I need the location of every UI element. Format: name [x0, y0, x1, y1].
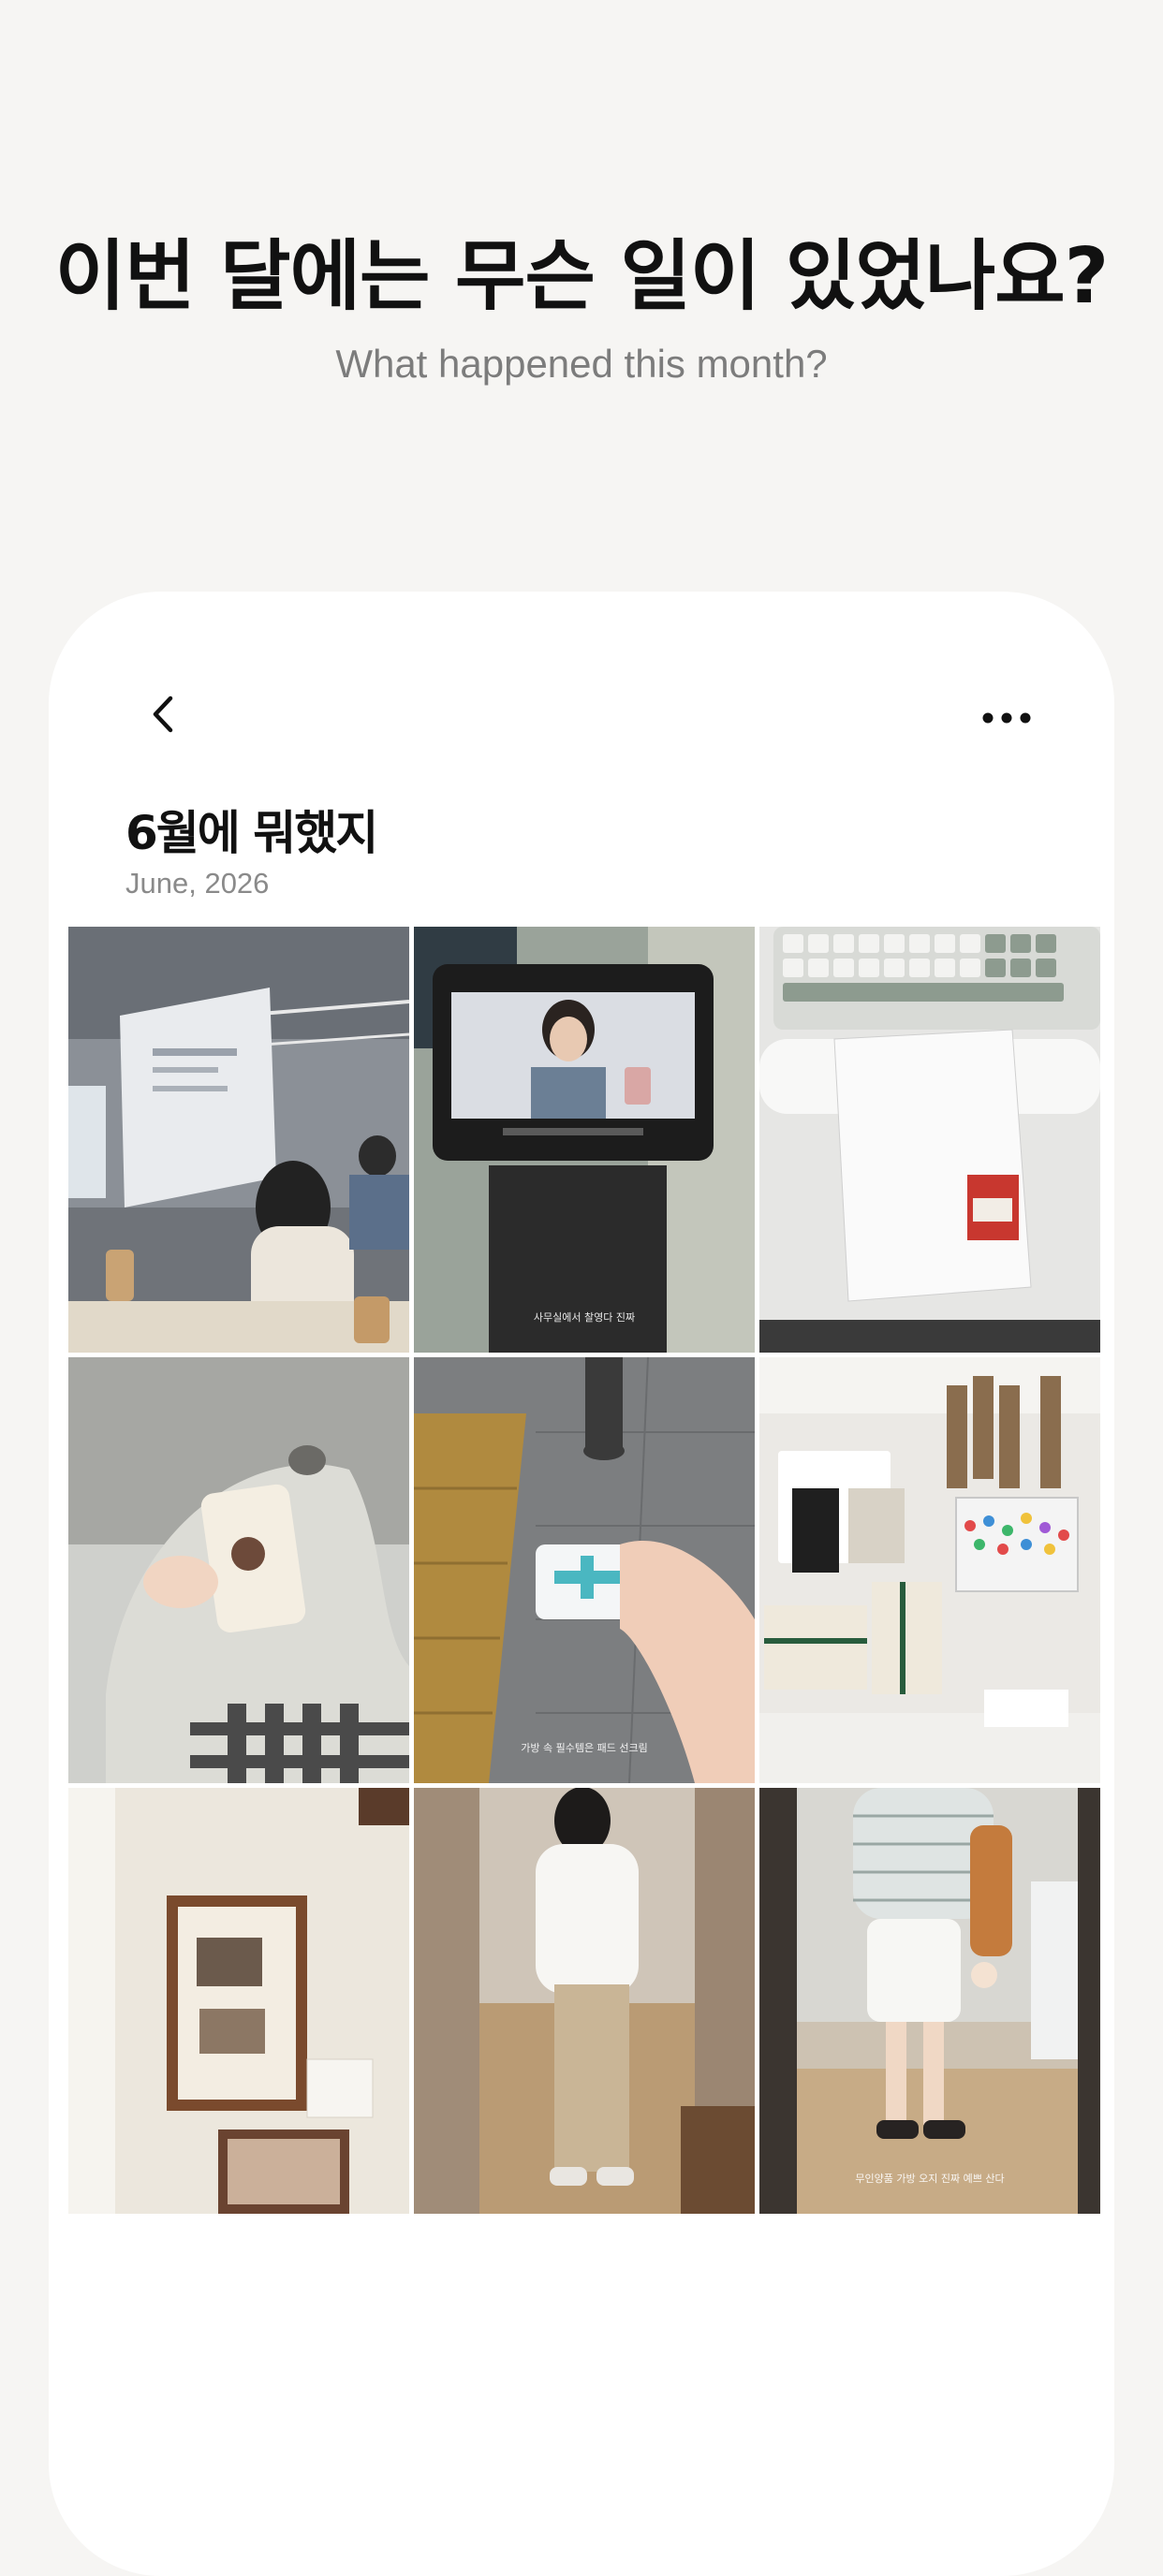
hand-sunscreen-photo — [414, 1357, 755, 1783]
photo-thumbnail[interactable]: 무인양품 가방 오지 진짜 예쁘 산다 — [759, 1788, 1100, 2214]
photo-thumbnail[interactable] — [759, 1357, 1100, 1783]
photo-thumbnail[interactable] — [759, 927, 1100, 1353]
hand-pouch-photo — [68, 1357, 409, 1783]
photo-caption: 무인양품 가방 오지 진짜 예쁘 산다 — [855, 2173, 1005, 2185]
album-title: 6월에 뭐했지 — [125, 806, 378, 860]
photo-grid: 사무실에서 찰영다 진짜 가방 속 필수템은 패드 선크림 무인양품 가방 오지… — [68, 927, 1100, 2214]
page-headline: 이번 달에는 무슨 일이 있었나요? — [54, 232, 1109, 321]
tablet-selfie-photo — [414, 927, 755, 1353]
page-subheadline: What happened this month? — [335, 342, 828, 386]
photo-caption: 가방 속 필수템은 패드 선크림 — [521, 1742, 648, 1754]
more-options-button[interactable] — [974, 704, 1039, 732]
lecture-photo — [68, 927, 409, 1353]
mirror-outfit-photo — [759, 1788, 1100, 2214]
chevron-left-icon — [153, 695, 173, 733]
photo-thumbnail[interactable] — [68, 1357, 409, 1783]
back-button[interactable] — [140, 691, 187, 738]
photo-thumbnail[interactable] — [68, 927, 409, 1353]
mirror-outfit-photo — [414, 1788, 755, 2214]
photo-caption: 사무실에서 찰영다 진짜 — [533, 1311, 636, 1324]
photo-thumbnail[interactable]: 사무실에서 찰영다 진짜 — [414, 927, 755, 1353]
more-horizontal-icon — [982, 712, 1031, 724]
photo-thumbnail[interactable]: 가방 속 필수템은 패드 선크림 — [414, 1357, 755, 1783]
photo-thumbnail[interactable] — [68, 1788, 409, 2214]
keyboard-notebook-photo — [759, 927, 1100, 1353]
album-date: June, 2026 — [125, 867, 270, 900]
framed-pictures-photo — [68, 1788, 409, 2214]
photo-thumbnail[interactable] — [414, 1788, 755, 2214]
stationery-shelf-photo — [759, 1357, 1100, 1783]
